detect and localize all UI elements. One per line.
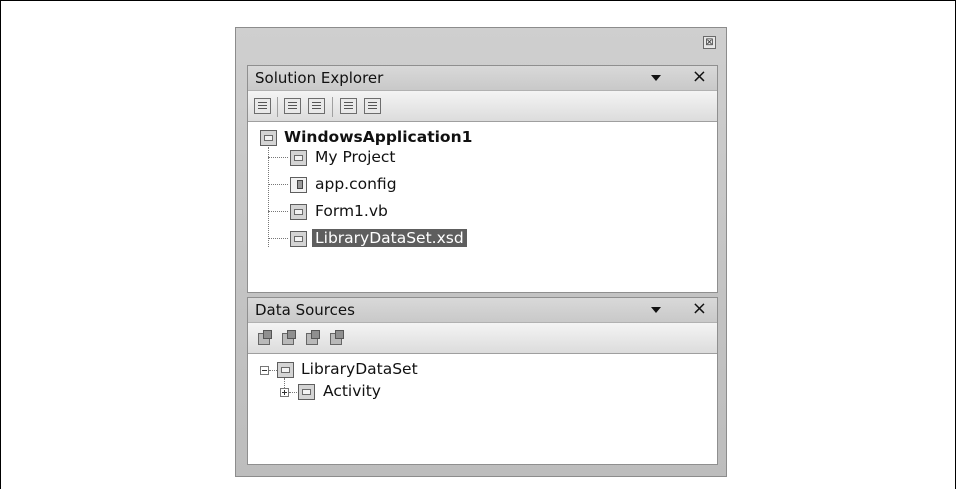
tree-connector [268,184,288,185]
tree-connector [268,157,288,158]
data-sources-toolbar [248,323,717,354]
data-sources-titlebar: Data Sources × [248,298,717,323]
tool-window-container: ⊠ Solution Explorer × WindowsApplication… [235,27,727,477]
collapse-icon[interactable] [260,366,269,375]
properties-icon[interactable] [254,98,271,114]
view-code-icon[interactable] [340,98,357,114]
solution-explorer-toolbar [248,91,717,122]
toolbar-separator [277,97,278,117]
close-icon[interactable]: × [692,66,707,87]
chevron-down-icon[interactable] [651,75,661,81]
tree-root-windowsapplication1[interactable]: WindowsApplication1 [284,128,472,146]
configure-dataset-icon[interactable] [304,329,322,347]
window-close-icon[interactable]: ⊠ [703,36,716,49]
refresh-datasource-icon[interactable] [328,329,346,347]
vb-project-icon [260,130,277,146]
dataset-xsd-icon [290,231,307,247]
my-project-icon [290,150,307,166]
close-icon[interactable]: × [692,298,707,319]
tree-item-my-project[interactable]: My Project [315,148,396,166]
data-sources-panel: Data Sources × LibraryDataSet Activity [247,297,718,465]
tree-connector [268,147,269,247]
solution-explorer-title: Solution Explorer [255,69,384,87]
form-icon [290,204,307,220]
toolbar-separator [332,97,333,117]
tree-item-app-config[interactable]: app.config [315,175,397,193]
expand-icon[interactable] [280,388,289,397]
data-sources-title: Data Sources [255,301,355,319]
tree-connector [284,378,285,388]
dataset-icon [277,362,294,378]
refresh-icon[interactable] [308,98,325,114]
solution-explorer-panel: Solution Explorer × WindowsApplication1 … [247,65,718,293]
tree-item-activity[interactable]: Activity [323,382,381,400]
tree-connector [268,238,288,239]
show-all-files-icon[interactable] [284,98,301,114]
solution-explorer-titlebar: Solution Explorer × [248,66,717,91]
tree-connector [289,392,297,393]
tree-item-librarydataset-xsd[interactable]: LibraryDataSet.xsd [312,229,467,247]
chevron-down-icon[interactable] [651,307,661,313]
tree-item-form1-vb[interactable]: Form1.vb [315,202,388,220]
add-data-source-icon[interactable] [256,329,274,347]
config-file-icon [290,177,307,193]
edit-dataset-icon[interactable] [280,329,298,347]
tree-connector [268,211,288,212]
tree-connector [269,370,277,371]
tree-item-librarydataset[interactable]: LibraryDataSet [301,360,418,378]
datatable-icon [298,384,315,400]
view-designer-icon[interactable] [364,98,381,114]
